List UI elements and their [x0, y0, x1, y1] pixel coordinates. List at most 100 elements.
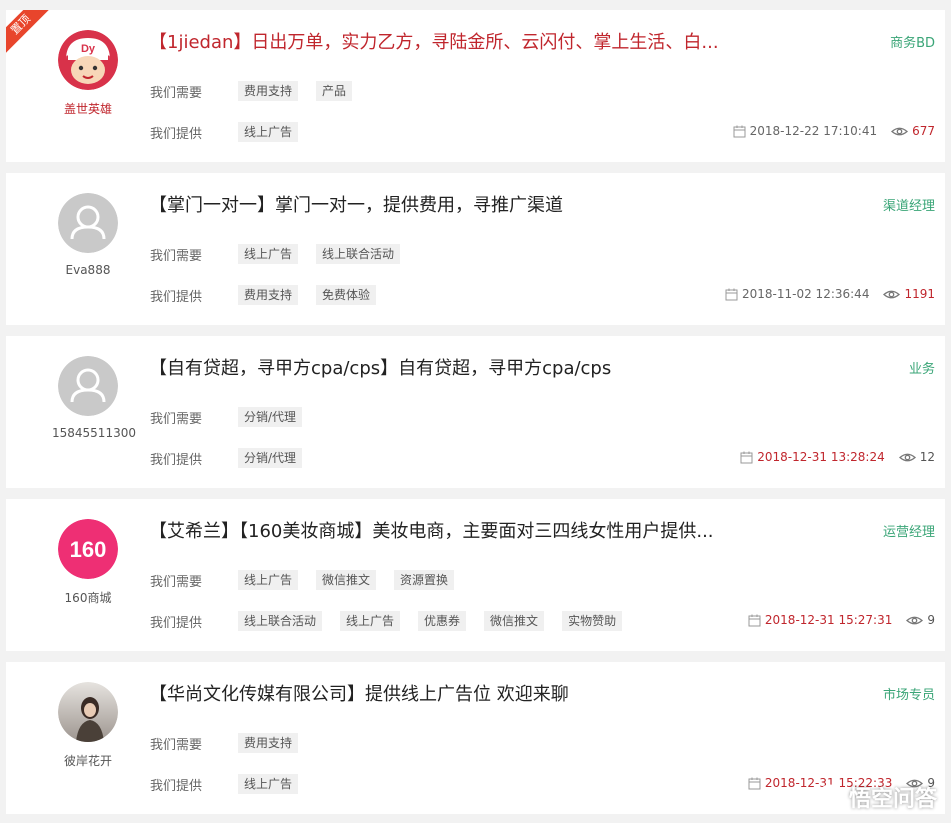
- default-user-icon: [58, 193, 118, 253]
- role-label: 商务BD: [890, 36, 935, 51]
- give-label: 我们提供: [150, 615, 203, 631]
- need-label: 我们需要: [150, 411, 203, 427]
- default-user-icon: [58, 356, 118, 416]
- need-row: 我们需要 线上广告 微信推文 资源置换: [150, 570, 472, 590]
- post-date: 2018-11-02 12:36:44: [742, 287, 870, 301]
- request-title[interactable]: 【自有贷超，寻甲方cpa/cps】自有贷超，寻甲方cpa/cps: [149, 354, 749, 380]
- meta-info: 2018-11-02 12:36:44 1191: [725, 287, 935, 301]
- calendar-icon: [748, 614, 761, 626]
- pinned-badge: 置顶: [6, 10, 54, 58]
- need-row: 我们需要 费用支持 产品: [150, 81, 370, 101]
- username[interactable]: Eva888: [52, 263, 124, 277]
- tag[interactable]: 线上广告: [238, 244, 299, 264]
- request-card[interactable]: Eva888 【掌门一对一】掌门一对一，提供费用，寻推广渠道 渠道经理 我们需要…: [6, 173, 945, 325]
- tag[interactable]: 线上广告: [340, 611, 401, 631]
- give-row: 我们提供 线上广告: [150, 774, 316, 794]
- need-row: 我们需要 分销/代理: [150, 407, 320, 427]
- give-label: 我们提供: [150, 289, 203, 305]
- watermark: 悟空问答: [817, 781, 937, 813]
- user-info: 160 160商城: [52, 519, 124, 606]
- tag[interactable]: 线上广告: [238, 774, 299, 794]
- give-row: 我们提供 线上联合活动 线上广告 优惠券 微信推文 实物赞助: [150, 611, 640, 631]
- wukong-logo-icon: [817, 784, 843, 810]
- username[interactable]: 彼岸花开: [52, 752, 124, 769]
- svg-text:Dy: Dy: [81, 43, 96, 55]
- give-row: 我们提供 分销/代理: [150, 448, 320, 468]
- post-date: 2018-12-31 13:28:24: [757, 450, 885, 464]
- avatar[interactable]: [58, 682, 118, 742]
- eye-icon: [898, 453, 916, 461]
- need-label: 我们需要: [150, 85, 203, 101]
- 160-logo-icon: 160: [58, 519, 118, 579]
- post-date: 2018-12-22 17:10:41: [749, 124, 878, 138]
- avatar[interactable]: [58, 356, 118, 416]
- avatar[interactable]: 160: [58, 519, 118, 579]
- user-info: Eva888: [52, 193, 124, 277]
- give-label: 我们提供: [150, 126, 203, 142]
- give-row: 我们提供 线上广告: [150, 122, 316, 142]
- tag[interactable]: 线上联合活动: [238, 611, 323, 631]
- give-row: 我们提供 费用支持 免费体验: [150, 285, 394, 305]
- username[interactable]: 15845511300: [52, 426, 136, 440]
- eye-icon: [891, 127, 909, 135]
- avatar[interactable]: Dy: [58, 30, 118, 90]
- request-title[interactable]: 【艾希兰】【160美妆商城】美妆电商，主要面对三四线女性用户提供...: [149, 517, 749, 543]
- view-count: 677: [912, 124, 935, 138]
- role-label: 运营经理: [882, 525, 935, 540]
- view-count: 1191: [904, 287, 935, 301]
- tag[interactable]: 微信推文: [316, 570, 377, 590]
- role-label: 市场专员: [882, 688, 935, 703]
- user-info: 彼岸花开: [52, 682, 124, 769]
- need-label: 我们需要: [150, 737, 203, 753]
- post-date: 2018-12-31 15:27:31: [764, 613, 893, 627]
- tag[interactable]: 产品: [316, 81, 353, 101]
- give-label: 我们提供: [150, 452, 203, 468]
- need-row: 我们需要 线上广告 线上联合活动: [150, 244, 418, 264]
- eye-icon: [906, 616, 924, 624]
- user-info: Dy 盖世英雄: [52, 30, 124, 117]
- calendar-icon: [748, 777, 761, 789]
- tag[interactable]: 实物赞助: [562, 611, 623, 631]
- watermark-text: 悟空问答: [848, 787, 937, 812]
- tag[interactable]: 线上广告: [238, 570, 299, 590]
- meta-info: 2018-12-31 13:28:24 12: [740, 450, 935, 464]
- tag[interactable]: 免费体验: [316, 285, 377, 305]
- view-count: 9: [927, 613, 935, 627]
- tag[interactable]: 费用支持: [238, 733, 299, 753]
- give-label: 我们提供: [150, 778, 203, 794]
- request-card[interactable]: 置顶 Dy 盖世英雄 【1jiedan】日出万单，实力乙方，寻陆金所、云闪付、掌…: [6, 10, 945, 162]
- view-count: 12: [919, 450, 935, 464]
- tag[interactable]: 资源置换: [394, 570, 455, 590]
- need-label: 我们需要: [150, 248, 203, 264]
- need-row: 我们需要 费用支持: [150, 733, 316, 753]
- logo-text: 160: [70, 537, 107, 562]
- request-card[interactable]: 15845511300 【自有贷超，寻甲方cpa/cps】自有贷超，寻甲方cpa…: [6, 336, 945, 488]
- avatar[interactable]: [58, 193, 118, 253]
- request-card[interactable]: 彼岸花开 【华尚文化传媒有限公司】提供线上广告位 欢迎来聊 市场专员 我们需要 …: [6, 662, 945, 814]
- meta-info: 2018-12-31 15:27:31 9: [748, 613, 935, 627]
- tag[interactable]: 分销/代理: [238, 448, 303, 468]
- request-list: 置顶 Dy 盖世英雄 【1jiedan】日出万单，实力乙方，寻陆金所、云闪付、掌…: [0, 0, 951, 823]
- eye-icon: [883, 290, 901, 298]
- calendar-icon: [725, 288, 738, 300]
- tag[interactable]: 分销/代理: [238, 407, 303, 427]
- calendar-icon: [733, 125, 746, 137]
- tag[interactable]: 优惠券: [418, 611, 467, 631]
- role-label: 业务: [908, 362, 935, 377]
- tag[interactable]: 线上广告: [238, 122, 299, 142]
- cartoon-boy-icon: Dy: [58, 30, 118, 90]
- request-title[interactable]: 【华尚文化传媒有限公司】提供线上广告位 欢迎来聊: [149, 680, 749, 706]
- request-title[interactable]: 【掌门一对一】掌门一对一，提供费用，寻推广渠道: [149, 191, 749, 217]
- request-card[interactable]: 160 160商城 【艾希兰】【160美妆商城】美妆电商，主要面对三四线女性用户…: [6, 499, 945, 651]
- tag[interactable]: 费用支持: [238, 81, 299, 101]
- photo-avatar-icon: [58, 682, 118, 742]
- meta-info: 2018-12-22 17:10:41 677: [733, 124, 935, 138]
- username[interactable]: 盖世英雄: [52, 100, 124, 117]
- need-label: 我们需要: [150, 574, 203, 590]
- request-title[interactable]: 【1jiedan】日出万单，实力乙方，寻陆金所、云闪付、掌上生活、白...: [149, 28, 749, 54]
- username[interactable]: 160商城: [52, 589, 124, 606]
- tag[interactable]: 线上联合活动: [316, 244, 401, 264]
- user-info: 15845511300: [52, 356, 136, 440]
- tag[interactable]: 费用支持: [238, 285, 299, 305]
- tag[interactable]: 微信推文: [484, 611, 545, 631]
